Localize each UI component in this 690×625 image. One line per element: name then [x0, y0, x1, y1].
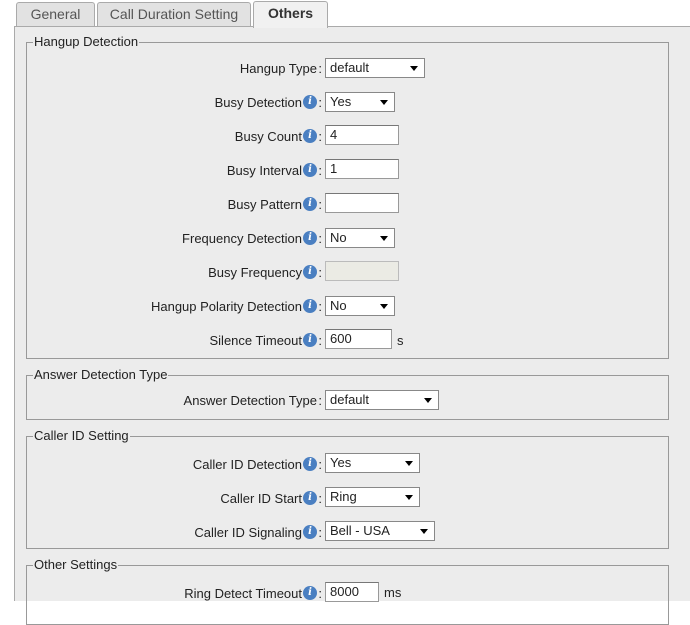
answer-detection-type-label: Answer Detection Type: [183, 393, 317, 408]
info-icon[interactable]: i: [303, 265, 317, 279]
other-settings-group: Other Settings Ring Detect Timeout i: 800…: [26, 557, 669, 625]
tab-others[interactable]: Others: [253, 1, 328, 28]
ring-detect-timeout-input[interactable]: 8000: [325, 582, 379, 602]
answer-detection-legend: Answer Detection Type: [33, 367, 169, 383]
info-icon[interactable]: i: [303, 586, 317, 600]
chevron-down-icon: [405, 461, 413, 466]
busy-frequency-label: Busy Frequency: [208, 265, 302, 280]
caller-id-detection-select[interactable]: Yes: [325, 453, 420, 473]
ring-detect-timeout-label: Ring Detect Timeout: [184, 586, 302, 601]
busy-interval-label: Busy Interval: [226, 163, 302, 178]
busy-pattern-input[interactable]: [325, 193, 399, 213]
chevron-down-icon: [380, 100, 388, 105]
info-icon[interactable]: i: [303, 525, 317, 539]
caller-id-signaling-label: Caller ID Signaling: [194, 525, 302, 540]
info-icon[interactable]: i: [303, 491, 317, 505]
polarity-detection-label: Hangup Polarity Detection: [150, 299, 302, 314]
busy-interval-input[interactable]: 1: [325, 159, 399, 179]
caller-id-signaling-select[interactable]: Bell - USA: [325, 521, 435, 541]
silence-timeout-label: Silence Timeout: [209, 333, 303, 348]
chevron-down-icon: [424, 398, 432, 403]
info-icon[interactable]: i: [303, 95, 317, 109]
ring-detect-timeout-unit: ms: [384, 585, 402, 600]
answer-detection-type-select[interactable]: default: [325, 390, 439, 410]
hangup-type-label-wrap: Hangup Type:: [239, 61, 322, 76]
chevron-down-icon: [420, 529, 428, 534]
caller-id-group: Caller ID Setting Caller ID Detection i: …: [26, 428, 669, 549]
info-icon[interactable]: i: [303, 231, 317, 245]
hangup-detection-legend: Hangup Detection: [33, 34, 140, 50]
frequency-detection-select[interactable]: No: [325, 228, 395, 248]
hangup-type-label: Hangup Type: [239, 61, 317, 76]
others-panel: Hangup Detection Hangup Type: default Bu…: [14, 26, 690, 625]
silence-timeout-unit: s: [397, 333, 404, 348]
caller-id-legend: Caller ID Setting: [33, 428, 130, 444]
tab-bar: General Call Duration Setting Others: [0, 0, 690, 28]
tab-general[interactable]: General: [16, 2, 95, 26]
info-icon[interactable]: i: [303, 163, 317, 177]
info-icon[interactable]: i: [303, 299, 317, 313]
info-icon[interactable]: i: [303, 457, 317, 471]
busy-frequency-input: [325, 261, 399, 281]
caller-id-start-select[interactable]: Ring: [325, 487, 420, 507]
busy-detection-select[interactable]: Yes: [325, 92, 395, 112]
info-icon[interactable]: i: [303, 197, 317, 211]
frequency-detection-label: Frequency Detection: [182, 231, 302, 246]
info-icon[interactable]: i: [303, 333, 317, 347]
chevron-down-icon: [380, 304, 388, 309]
busy-count-input[interactable]: 4: [325, 125, 399, 145]
other-settings-legend: Other Settings: [33, 557, 119, 573]
caller-id-detection-label: Caller ID Detection: [192, 457, 302, 472]
caller-id-start-label: Caller ID Start: [220, 491, 302, 506]
busy-detection-label: Busy Detection: [214, 95, 302, 110]
tab-call-duration-setting[interactable]: Call Duration Setting: [97, 2, 251, 26]
busy-pattern-label: Busy Pattern: [227, 197, 302, 212]
answer-detection-group: Answer Detection Type Answer Detection T…: [26, 367, 669, 420]
chevron-down-icon: [380, 236, 388, 241]
info-icon[interactable]: i: [303, 129, 317, 143]
chevron-down-icon: [405, 495, 413, 500]
polarity-detection-select[interactable]: No: [325, 296, 395, 316]
hangup-type-select[interactable]: default: [325, 58, 425, 78]
hangup-detection-group: Hangup Detection Hangup Type: default Bu…: [26, 34, 669, 359]
chevron-down-icon: [410, 66, 418, 71]
silence-timeout-input[interactable]: 600: [325, 329, 392, 349]
busy-count-label: Busy Count: [234, 129, 302, 144]
